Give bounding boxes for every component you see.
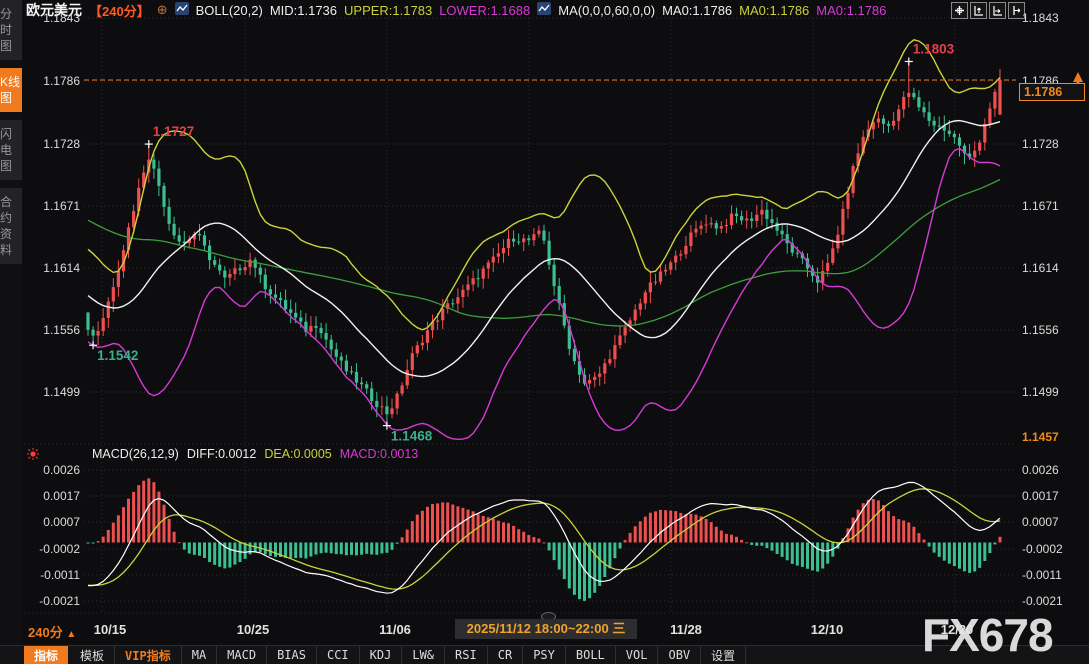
price-annotation-3: 1.1468 bbox=[391, 429, 433, 444]
date-label-11/28: 11/28 bbox=[670, 622, 702, 637]
date-label-12/10: 12/10 bbox=[811, 622, 844, 637]
move-crosshair-icon[interactable] bbox=[951, 2, 968, 19]
price-tick-right: 1.1671 bbox=[1022, 199, 1086, 213]
price-tick-left: 1.1843 bbox=[24, 11, 80, 25]
period-badge[interactable]: 【240分】 bbox=[89, 1, 150, 20]
boll-label: BOLL(20,2) bbox=[196, 3, 263, 18]
macd-diff-value: DIFF:0.0012 bbox=[187, 447, 256, 461]
ma-chart-icon[interactable] bbox=[537, 2, 551, 18]
price-tick-right: 1.1843 bbox=[1022, 11, 1086, 25]
price-tick-right: 1.1499 bbox=[1022, 385, 1086, 399]
zoom-vertical-icon[interactable] bbox=[970, 2, 987, 19]
toolbar-item-CCI[interactable]: CCI bbox=[317, 646, 360, 664]
trading-terminal: 1.1727 1.1542 1.1468 1.1803 分时图 K线图闪电图合约资料 欧… bbox=[0, 0, 1089, 664]
toolbar-item-CR[interactable]: CR bbox=[488, 646, 523, 664]
macd-header: MACD(26,12,9) DIFF:0.0012 DEA:0.0005 MAC… bbox=[24, 446, 426, 462]
sidebar-tab-4[interactable]: 合约资料 bbox=[0, 188, 22, 264]
ma0-value-yellow: MA0:1.1786 bbox=[739, 3, 809, 18]
macd-title: MACD(26,12,9) bbox=[92, 447, 179, 461]
macd-tick-right: -0.0002 bbox=[1022, 542, 1086, 556]
price-annotation-4: 1.1803 bbox=[913, 42, 955, 57]
caret-up-icon: ▲ bbox=[66, 629, 76, 640]
sidebar-tab-1[interactable]: 分时图 bbox=[0, 0, 22, 60]
price-tick-left: 1.1556 bbox=[24, 323, 80, 337]
toolbar-item-指标[interactable]: 指标 bbox=[24, 646, 68, 664]
date-label-10/15: 10/15 bbox=[94, 622, 127, 637]
macd-tick-left: -0.0021 bbox=[24, 594, 80, 608]
boll-lower-value: LOWER:1.1688 bbox=[439, 3, 530, 18]
zoom-horizontal-icon[interactable] bbox=[989, 2, 1006, 19]
price-tick-left: 1.1671 bbox=[24, 199, 80, 213]
toolbar-item-VIP指标[interactable]: VIP指标 bbox=[115, 646, 182, 664]
date-label-11/06: 11/06 bbox=[379, 622, 411, 637]
macd-tick-left: 0.0026 bbox=[24, 463, 80, 477]
crosshair-date-tooltip: 2025/11/12 18:00~22:00 三 bbox=[455, 619, 637, 639]
boll-mid-value: MID:1.1736 bbox=[270, 3, 337, 18]
indicator-header: 欧元美元 【240分】 ⊕ BOLL(20,2) MID:1.1736 UPPE… bbox=[26, 0, 893, 20]
toolbar-item-OBV[interactable]: OBV bbox=[658, 646, 701, 664]
toolbar-item-KDJ[interactable]: KDJ bbox=[360, 646, 403, 664]
sidebar-tab-3[interactable]: 闪电图 bbox=[0, 120, 22, 180]
compare-add-icon[interactable]: ⊕ bbox=[157, 2, 168, 18]
alert-starburst-icon[interactable] bbox=[26, 447, 40, 462]
price-annotation-1: 1.1727 bbox=[153, 124, 194, 139]
price-tick-right: 1.1556 bbox=[1022, 323, 1086, 337]
macd-tick-left: -0.0011 bbox=[24, 568, 80, 582]
chart-canvas[interactable]: 1.1727 1.1542 1.1468 1.1803 bbox=[0, 0, 1089, 664]
price-tick-left: 1.1786 bbox=[24, 74, 80, 88]
toolbar-item-MACD[interactable]: MACD bbox=[217, 646, 267, 664]
toolbar-item-模板[interactable]: 模板 bbox=[70, 646, 115, 664]
price-tick-left: 1.1499 bbox=[24, 385, 80, 399]
toolbar-item-设置[interactable]: 设置 bbox=[701, 646, 746, 664]
toolbar-item-LW&[interactable]: LW& bbox=[402, 646, 445, 664]
macd-tick-right: -0.0011 bbox=[1022, 568, 1086, 582]
macd-macd-value: MACD:0.0013 bbox=[340, 447, 419, 461]
macd-tick-left: 0.0017 bbox=[24, 489, 80, 503]
price-tick-left: 1.1614 bbox=[24, 261, 80, 275]
panel-low-price: 1.1457 bbox=[1022, 430, 1086, 444]
watermark: FX678 bbox=[922, 608, 1053, 662]
boll-upper-value: UPPER:1.1783 bbox=[344, 3, 432, 18]
macd-tick-right: -0.0021 bbox=[1022, 594, 1086, 608]
price-annotation-2: 1.1542 bbox=[97, 348, 138, 363]
toolbar-item-PSY[interactable]: PSY bbox=[523, 646, 566, 664]
macd-tick-right: 0.0007 bbox=[1022, 515, 1086, 529]
macd-tick-right: 0.0026 bbox=[1022, 463, 1086, 477]
period-selector[interactable]: 240分 ▲ bbox=[28, 622, 76, 641]
toolbar-item-RSI[interactable]: RSI bbox=[445, 646, 488, 664]
price-tick-right: 1.1728 bbox=[1022, 137, 1086, 151]
price-tick-right: 1.1614 bbox=[1022, 261, 1086, 275]
toolbar-item-MA[interactable]: MA bbox=[182, 646, 217, 664]
ma-label: MA(0,0,0,60,0,0) bbox=[558, 3, 655, 18]
toolbar-item-BOLL[interactable]: BOLL bbox=[566, 646, 616, 664]
sidebar-tab-2[interactable]: K线图 bbox=[0, 68, 22, 112]
macd-dea-value: DEA:0.0005 bbox=[264, 447, 331, 461]
boll-chart-icon[interactable] bbox=[175, 2, 189, 18]
toolbar-item-BIAS[interactable]: BIAS bbox=[267, 646, 317, 664]
macd-tick-left: 0.0007 bbox=[24, 515, 80, 529]
toolbar-item-VOL[interactable]: VOL bbox=[616, 646, 659, 664]
macd-tick-left: -0.0002 bbox=[24, 542, 80, 556]
ma0-value-white: MA0:1.1786 bbox=[662, 3, 732, 18]
date-label-10/25: 10/25 bbox=[237, 622, 270, 637]
price-tick-left: 1.1728 bbox=[24, 137, 80, 151]
current-price-box: 1.1786 bbox=[1019, 83, 1085, 101]
sidebar: 分时图 K线图闪电图合约资料 bbox=[0, 0, 22, 664]
macd-tick-right: 0.0017 bbox=[1022, 489, 1086, 503]
ma0-value-magenta: MA0:1.1786 bbox=[816, 3, 886, 18]
chart-tool-buttons bbox=[951, 2, 1025, 19]
